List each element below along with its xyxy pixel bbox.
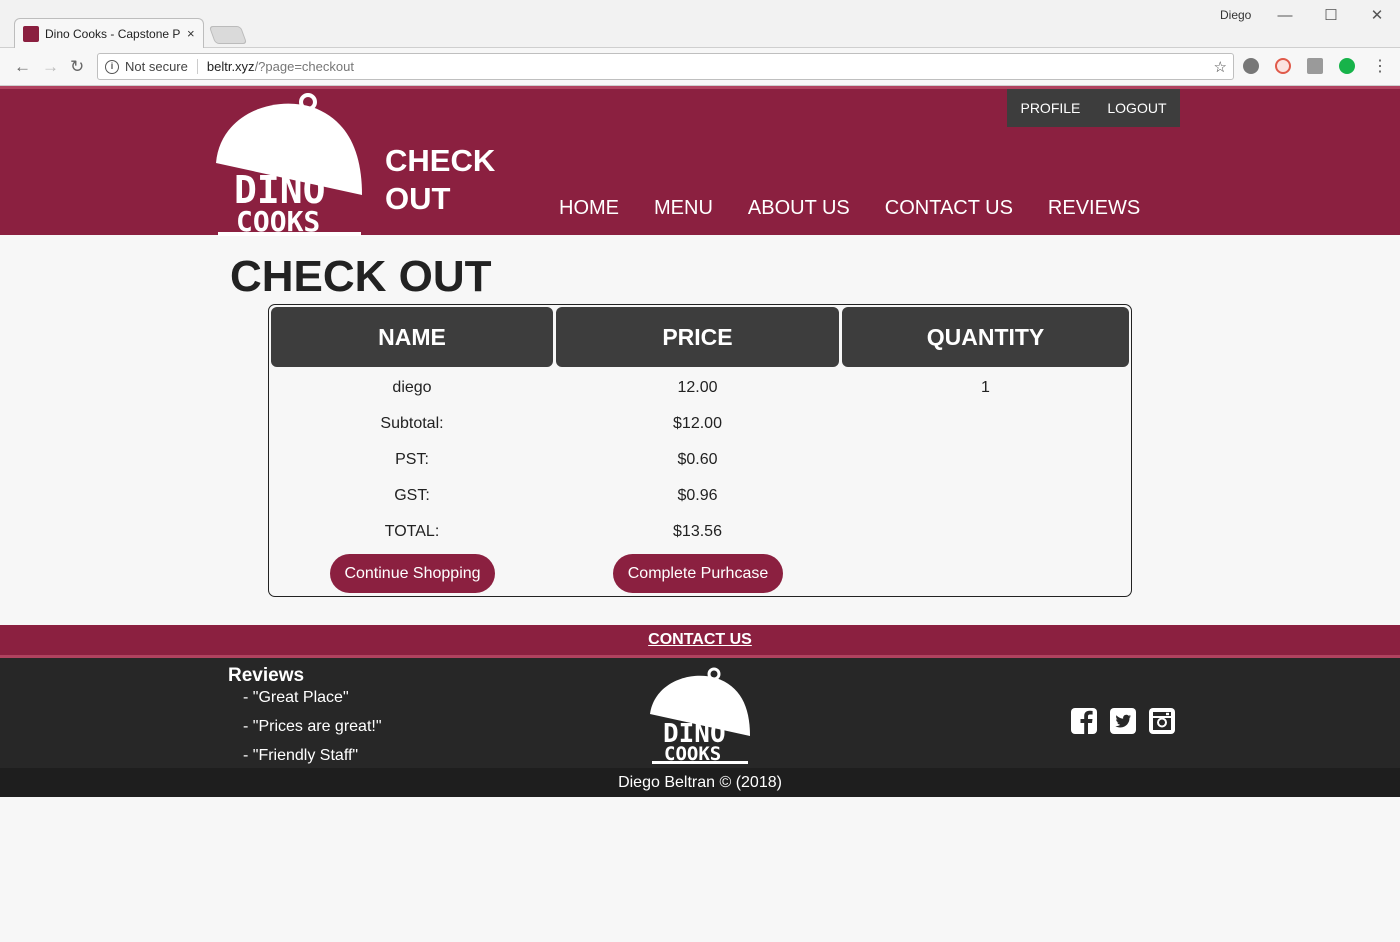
url-host: beltr.xyz <box>206 59 255 74</box>
footer-contact-link[interactable]: CONTACT US <box>648 631 752 649</box>
gst-value: $0.96 <box>677 487 718 504</box>
continue-shopping-button[interactable]: Continue Shopping <box>330 554 495 593</box>
pst-label: PST: <box>395 451 429 468</box>
url-path: /?page=checkout <box>254 59 354 74</box>
subtotal-label: Subtotal: <box>380 415 444 432</box>
nav-menu[interactable]: MENU <box>654 197 713 220</box>
tab-favicon-icon <box>23 25 39 42</box>
total-value: $13.56 <box>673 523 722 540</box>
maximize-icon[interactable]: ☐ <box>1308 0 1354 30</box>
page-title: CHECK OUT <box>230 252 492 301</box>
browser-menu-icon[interactable]: ⋮ <box>1372 56 1388 76</box>
column-header-name: NAME <box>271 307 553 367</box>
footer-main: Reviews - "Great Place" - "Prices are gr… <box>0 658 1400 768</box>
logout-link[interactable]: LOGOUT <box>1107 100 1166 116</box>
instagram-icon[interactable] <box>1149 708 1175 734</box>
nav-home[interactable]: HOME <box>559 197 619 220</box>
browser-toolbar: ← → ↻ i Not secure beltr.xyz/?page=check… <box>0 48 1400 86</box>
main-nav: HOME MENU ABOUT US CONTACT US REVIEWS <box>559 197 1140 220</box>
pst-value: $0.60 <box>677 451 718 468</box>
security-label[interactable]: Not secure <box>125 59 198 74</box>
item-name: diego <box>392 379 432 396</box>
reload-icon[interactable]: ↻ <box>70 57 84 77</box>
extension-block-icon[interactable] <box>1275 58 1291 74</box>
tab-title: Dino Cooks - Capstone P <box>45 26 181 41</box>
forward-arrow-icon[interactable]: → <box>42 57 59 77</box>
item-price: 12.00 <box>677 379 718 396</box>
header-title-line1: CHECK <box>385 143 496 178</box>
facebook-icon[interactable] <box>1071 708 1097 734</box>
footer-review-1: - "Great Place" <box>243 689 349 706</box>
new-tab-button[interactable] <box>208 26 248 44</box>
extension-gear-icon[interactable] <box>1243 58 1259 74</box>
copyright-text: Diego Beltran © (2018) <box>618 773 782 791</box>
profile-link[interactable]: PROFILE <box>1020 100 1080 116</box>
footer-contact-bar: CONTACT US <box>0 625 1400 655</box>
url-text[interactable]: beltr.xyz/?page=checkout <box>207 59 1214 74</box>
twitter-icon[interactable] <box>1110 708 1136 734</box>
nav-contact-us[interactable]: CONTACT US <box>885 197 1013 220</box>
extension-flag-icon[interactable] <box>1307 58 1323 74</box>
nav-reviews[interactable]: REVIEWS <box>1048 197 1140 220</box>
dino-cooks-logo[interactable]: DINO COOKS <box>212 91 364 237</box>
gst-label: GST: <box>394 487 430 504</box>
tab-close-icon[interactable]: × <box>187 26 195 41</box>
footer-logo[interactable]: DINO COOKS <box>648 666 752 764</box>
back-arrow-icon[interactable]: ← <box>14 57 31 77</box>
account-bar: PROFILE LOGOUT <box>1007 89 1180 127</box>
extension-grammarly-icon[interactable] <box>1339 58 1355 74</box>
footer-logo-text-cooks: COOKS <box>664 743 721 764</box>
window-controls: — ☐ ✕ <box>1262 0 1400 30</box>
column-header-price: PRICE <box>556 307 839 367</box>
header-title: CHECK OUT <box>385 142 495 218</box>
minimize-icon[interactable]: — <box>1262 0 1308 30</box>
browser-titlebar: Dino Cooks - Capstone P × Diego — ☐ ✕ <box>0 0 1400 48</box>
nav-about-us[interactable]: ABOUT US <box>748 197 850 220</box>
footer-review-3: - "Friendly Staff" <box>243 747 359 764</box>
info-icon[interactable]: i <box>105 59 119 74</box>
item-quantity: 1 <box>981 379 990 396</box>
footer-reviews-title: Reviews <box>228 665 305 686</box>
column-header-quantity: QUANTITY <box>842 307 1129 367</box>
close-window-icon[interactable]: ✕ <box>1354 0 1400 30</box>
complete-purchase-button[interactable]: Complete Purhcase <box>613 554 783 593</box>
address-bar[interactable]: i Not secure beltr.xyz/?page=checkout ☆ <box>97 53 1234 80</box>
total-label: TOTAL: <box>384 523 440 540</box>
footer-review-2: - "Prices are great!" <box>243 718 382 735</box>
window-user-badge[interactable]: Diego <box>1220 8 1251 22</box>
site-header: DINO COOKS CHECK OUT PROFILE LOGOUT HOME… <box>0 86 1400 237</box>
copyright-bar: Diego Beltran © (2018) <box>0 768 1400 797</box>
cart-table: NAME PRICE QUANTITY diego 12.00 1 Subtot… <box>268 304 1132 597</box>
header-title-line2: OUT <box>385 181 451 216</box>
subtotal-value: $12.00 <box>673 415 722 432</box>
bookmark-star-icon[interactable]: ☆ <box>1214 58 1227 76</box>
browser-tab[interactable]: Dino Cooks - Capstone P × <box>14 18 204 48</box>
